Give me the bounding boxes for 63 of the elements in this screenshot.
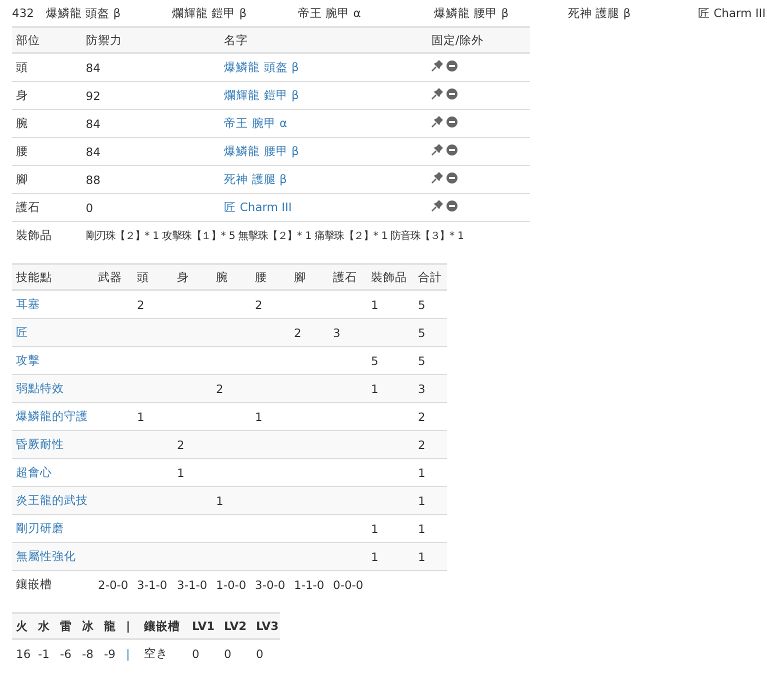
armor-piece-name: 匠 Charm III <box>698 6 767 20</box>
table-cell: 1-1-0 <box>290 570 329 598</box>
column-header: LV2 <box>220 613 252 639</box>
exclude-icon[interactable] <box>446 172 458 184</box>
pin-icon[interactable] <box>431 60 444 72</box>
exclude-icon[interactable] <box>446 144 458 156</box>
armor-piece-name: 帝王 腕甲 α <box>298 6 362 20</box>
table-cell: 剛刃珠【２】* 1 攻擊珠【１】* 5 無擊珠【２】* 1 痛擊珠【２】* 1 防音珠【３】* 1 <box>82 222 530 249</box>
table-cell: 3-1-0 <box>133 570 173 598</box>
column-header: 技能點 <box>12 264 94 290</box>
table-cell: -6 <box>56 639 78 667</box>
table-cell: 鑲嵌槽 <box>12 570 94 598</box>
table-cell: 2-0-0 <box>94 570 133 598</box>
exclude-icon[interactable] <box>446 60 458 72</box>
column-header: 固定/除外 <box>427 27 530 53</box>
column-header: 名字 <box>220 27 428 53</box>
total-defense: 432 <box>12 6 35 20</box>
armor-piece-name: 爆鱗龍 腰甲 β <box>434 6 510 20</box>
table-cell: -1 <box>34 639 56 667</box>
column-header: LV3 <box>252 613 280 639</box>
table-cell: -9 <box>100 639 122 667</box>
column-header: 武器 <box>94 264 133 290</box>
column-header: 龍 <box>100 613 122 639</box>
pin-icon[interactable] <box>431 172 444 184</box>
exclude-icon[interactable] <box>446 200 458 212</box>
column-header: 鑲嵌槽 <box>140 613 188 639</box>
armor-piece-name: 爛輝龍 鎧甲 β <box>172 6 248 20</box>
table-cell: 3-1-0 <box>173 570 212 598</box>
table-cell: -8 <box>78 639 100 667</box>
table-cell: 0 <box>252 639 280 667</box>
column-header: 冰 <box>78 613 100 639</box>
column-header: 腕 <box>212 264 251 290</box>
table-cell: 空き <box>140 639 188 667</box>
column-header: 腳 <box>290 264 329 290</box>
exclude-icon[interactable] <box>446 116 458 128</box>
table-cell: 1-0-0 <box>212 570 251 598</box>
column-header: 護石 <box>329 264 367 290</box>
table-cell: | <box>122 639 140 667</box>
column-header: 腰 <box>251 264 290 290</box>
column-header: 頭 <box>133 264 173 290</box>
table-cell: 0-0-0 <box>329 570 367 598</box>
pin-icon[interactable] <box>431 144 444 156</box>
column-header: | <box>122 613 140 639</box>
column-header: 合計 <box>414 264 447 290</box>
column-header: LV1 <box>188 613 220 639</box>
column-header: 雷 <box>56 613 78 639</box>
table-cell: 0 <box>220 639 252 667</box>
column-header: 裝飾品 <box>367 264 414 290</box>
table-cell: 16 <box>12 639 34 667</box>
pin-icon[interactable] <box>431 88 444 100</box>
column-header: 防禦力 <box>82 27 220 53</box>
exclude-icon[interactable] <box>446 88 458 100</box>
column-header: 水 <box>34 613 56 639</box>
column-header: 火 <box>12 613 34 639</box>
armor-piece-name: 死神 護腿 β <box>568 6 632 20</box>
column-header: 部位 <box>12 27 82 53</box>
table-cell: 裝飾品 <box>12 222 82 249</box>
armor-piece-name: 爆鱗龍 頭盔 β <box>46 6 122 20</box>
table-cell: 0 <box>188 639 220 667</box>
column-header: 身 <box>173 264 212 290</box>
pin-icon[interactable] <box>431 200 444 212</box>
pin-icon[interactable] <box>431 116 444 128</box>
table-cell: 3-0-0 <box>251 570 290 598</box>
